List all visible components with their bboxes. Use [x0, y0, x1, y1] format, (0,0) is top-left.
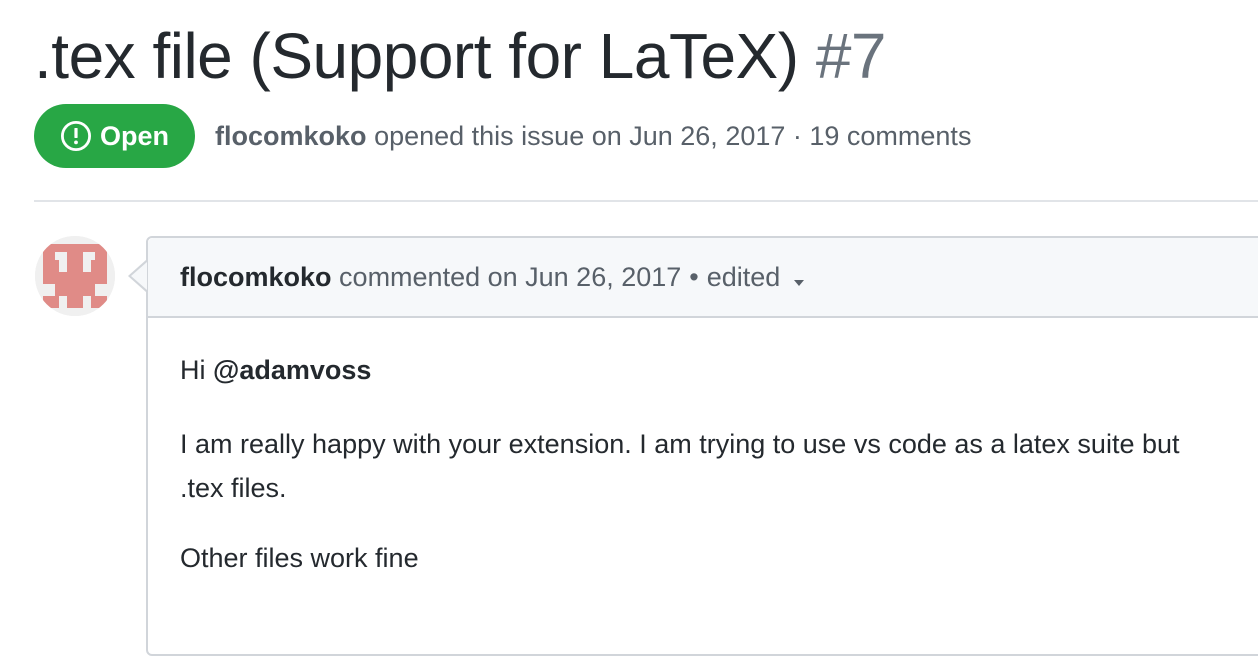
user-mention-link[interactable]: @adamvoss: [213, 355, 371, 385]
comment-action: commented on Jun 26, 2017: [339, 261, 682, 292]
chevron-down-icon: [794, 279, 805, 286]
comment-pointer-fill: [131, 262, 147, 290]
avatar[interactable]: [35, 236, 115, 316]
comment-paragraph-2: Other files work fine: [180, 543, 419, 573]
paragraph-line-1: I am really happy with your extension. I…: [180, 429, 1180, 459]
status-label: Open: [100, 120, 170, 151]
greeting-text: Hi: [180, 355, 206, 385]
issue-meta: Open flocomkoko opened this issue on Jun…: [34, 104, 971, 168]
issue-number: #7: [815, 20, 887, 92]
edited-label: edited: [706, 261, 781, 292]
issue-opened-text: opened this issue on Jun 26, 2017 · 19 c…: [374, 120, 972, 151]
status-badge: Open: [34, 104, 196, 168]
issue-meta-text: flocomkoko opened this issue on Jun 26, …: [215, 121, 971, 152]
comment-author-link[interactable]: flocomkoko: [180, 262, 332, 293]
issue-title: .tex file (Support for LaTeX) #7: [34, 18, 887, 94]
separator-bullet: •: [689, 261, 699, 292]
issue-opened-icon: [60, 120, 92, 152]
comment-greeting: Hi @adamvoss: [180, 348, 371, 392]
paragraph-line-2: .tex files.: [180, 473, 287, 503]
header-divider: [34, 200, 1258, 202]
comment-paragraph: I am really happy with your extension. I…: [180, 422, 1180, 510]
comment-header: flocomkoko commented on Jun 26, 2017 • edi…: [148, 238, 1258, 318]
edited-dropdown[interactable]: edited: [707, 262, 805, 293]
issue-title-text: .tex file (Support for LaTeX): [34, 20, 799, 92]
comment-box: flocomkoko commented on Jun 26, 2017 • edi…: [146, 236, 1258, 656]
identicon: [35, 236, 115, 316]
issue-author-link[interactable]: flocomkoko: [215, 121, 367, 151]
